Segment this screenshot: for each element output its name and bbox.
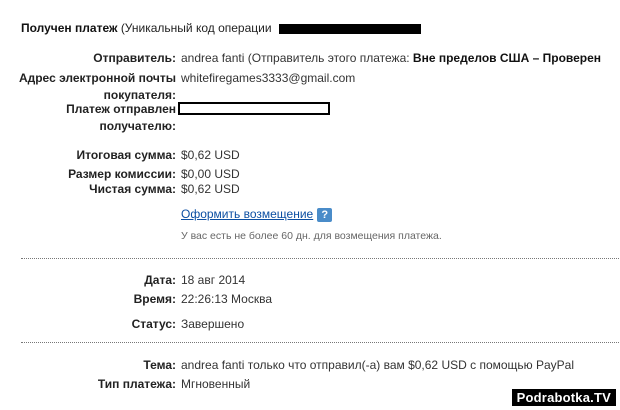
sender-name: andrea fanti	[181, 51, 245, 65]
date-row: Дата: 18 авг 2014	[0, 272, 620, 288]
payment-type-value: Мгновенный	[181, 377, 251, 391]
status-row: Статус: Завершено	[0, 316, 620, 332]
status-label: Статус:	[131, 317, 176, 331]
sent-to-label-1: Платеж отправлен	[66, 102, 176, 116]
sender-value: andrea fanti (Отправитель этого платежа:…	[181, 50, 601, 66]
net-amount-label: Чистая сумма:	[89, 182, 176, 196]
total-amount-value: $0,62 USD	[181, 148, 240, 162]
sender-verification-status: Вне пределов США – Проверен	[412, 51, 602, 65]
refund-note-row: У вас есть не более 60 дн. для возмещени…	[0, 228, 620, 244]
redacted-transaction-id	[278, 23, 421, 34]
issue-refund-link[interactable]: Оформить возмещение	[181, 207, 313, 221]
buyer-email-row: Адрес электронной почты покупателя: whit…	[0, 70, 620, 104]
divider	[21, 342, 620, 343]
page-header: Получен платеж (Уникальный код операции	[21, 21, 421, 35]
date-value: 18 авг 2014	[181, 273, 246, 287]
refund-row: Оформить возмещение?	[0, 205, 620, 223]
sender-label: Отправитель:	[93, 51, 176, 65]
redacted-recipient	[178, 102, 330, 115]
subject-label: Тема:	[143, 358, 176, 372]
page-title: Получен платеж	[21, 21, 118, 35]
refund-container: Оформить возмещение?	[181, 205, 333, 223]
refund-note: У вас есть не более 60 дн. для возмещени…	[181, 230, 442, 242]
sent-to-label-2: получателю:	[99, 119, 176, 133]
subject-value: andrea fanti только что отправил(-а) вам…	[181, 358, 575, 372]
total-amount-row: Итоговая сумма: $0,62 USD	[0, 147, 620, 163]
fee-row: Размер комиссии: $0,00 USD	[0, 166, 620, 182]
status-value: Завершено	[181, 317, 245, 331]
total-amount-label: Итоговая сумма:	[76, 148, 176, 162]
buyer-email-label-1: Адрес электронной почты	[18, 71, 176, 85]
net-amount-row: Чистая сумма: $0,62 USD	[0, 181, 620, 197]
fee-value: $0,00 USD	[181, 167, 240, 181]
time-label: Время:	[133, 292, 176, 306]
fee-label: Размер комиссии:	[68, 167, 176, 181]
sender-note-prefix: (Отправитель этого платежа:	[247, 51, 410, 65]
time-value: 22:26:13 Москва	[181, 292, 273, 306]
transaction-code-label: (Уникальный код операции	[120, 21, 272, 35]
watermark: Podrabotka.TV	[511, 389, 616, 406]
payment-type-label: Тип платежа:	[97, 377, 176, 391]
divider	[21, 258, 620, 259]
sender-row: Отправитель: andrea fanti (Отправитель э…	[0, 50, 620, 66]
date-label: Дата:	[144, 273, 176, 287]
sent-to-row: Платеж отправлен получателю:	[0, 101, 620, 135]
help-icon[interactable]: ?	[317, 207, 333, 222]
buyer-email-value: whitefiregames3333@gmail.com	[181, 71, 356, 85]
time-row: Время: 22:26:13 Москва	[0, 291, 620, 307]
net-amount-value: $0,62 USD	[181, 182, 240, 196]
subject-row: Тема: andrea fanti только что отправил(-…	[0, 357, 620, 373]
